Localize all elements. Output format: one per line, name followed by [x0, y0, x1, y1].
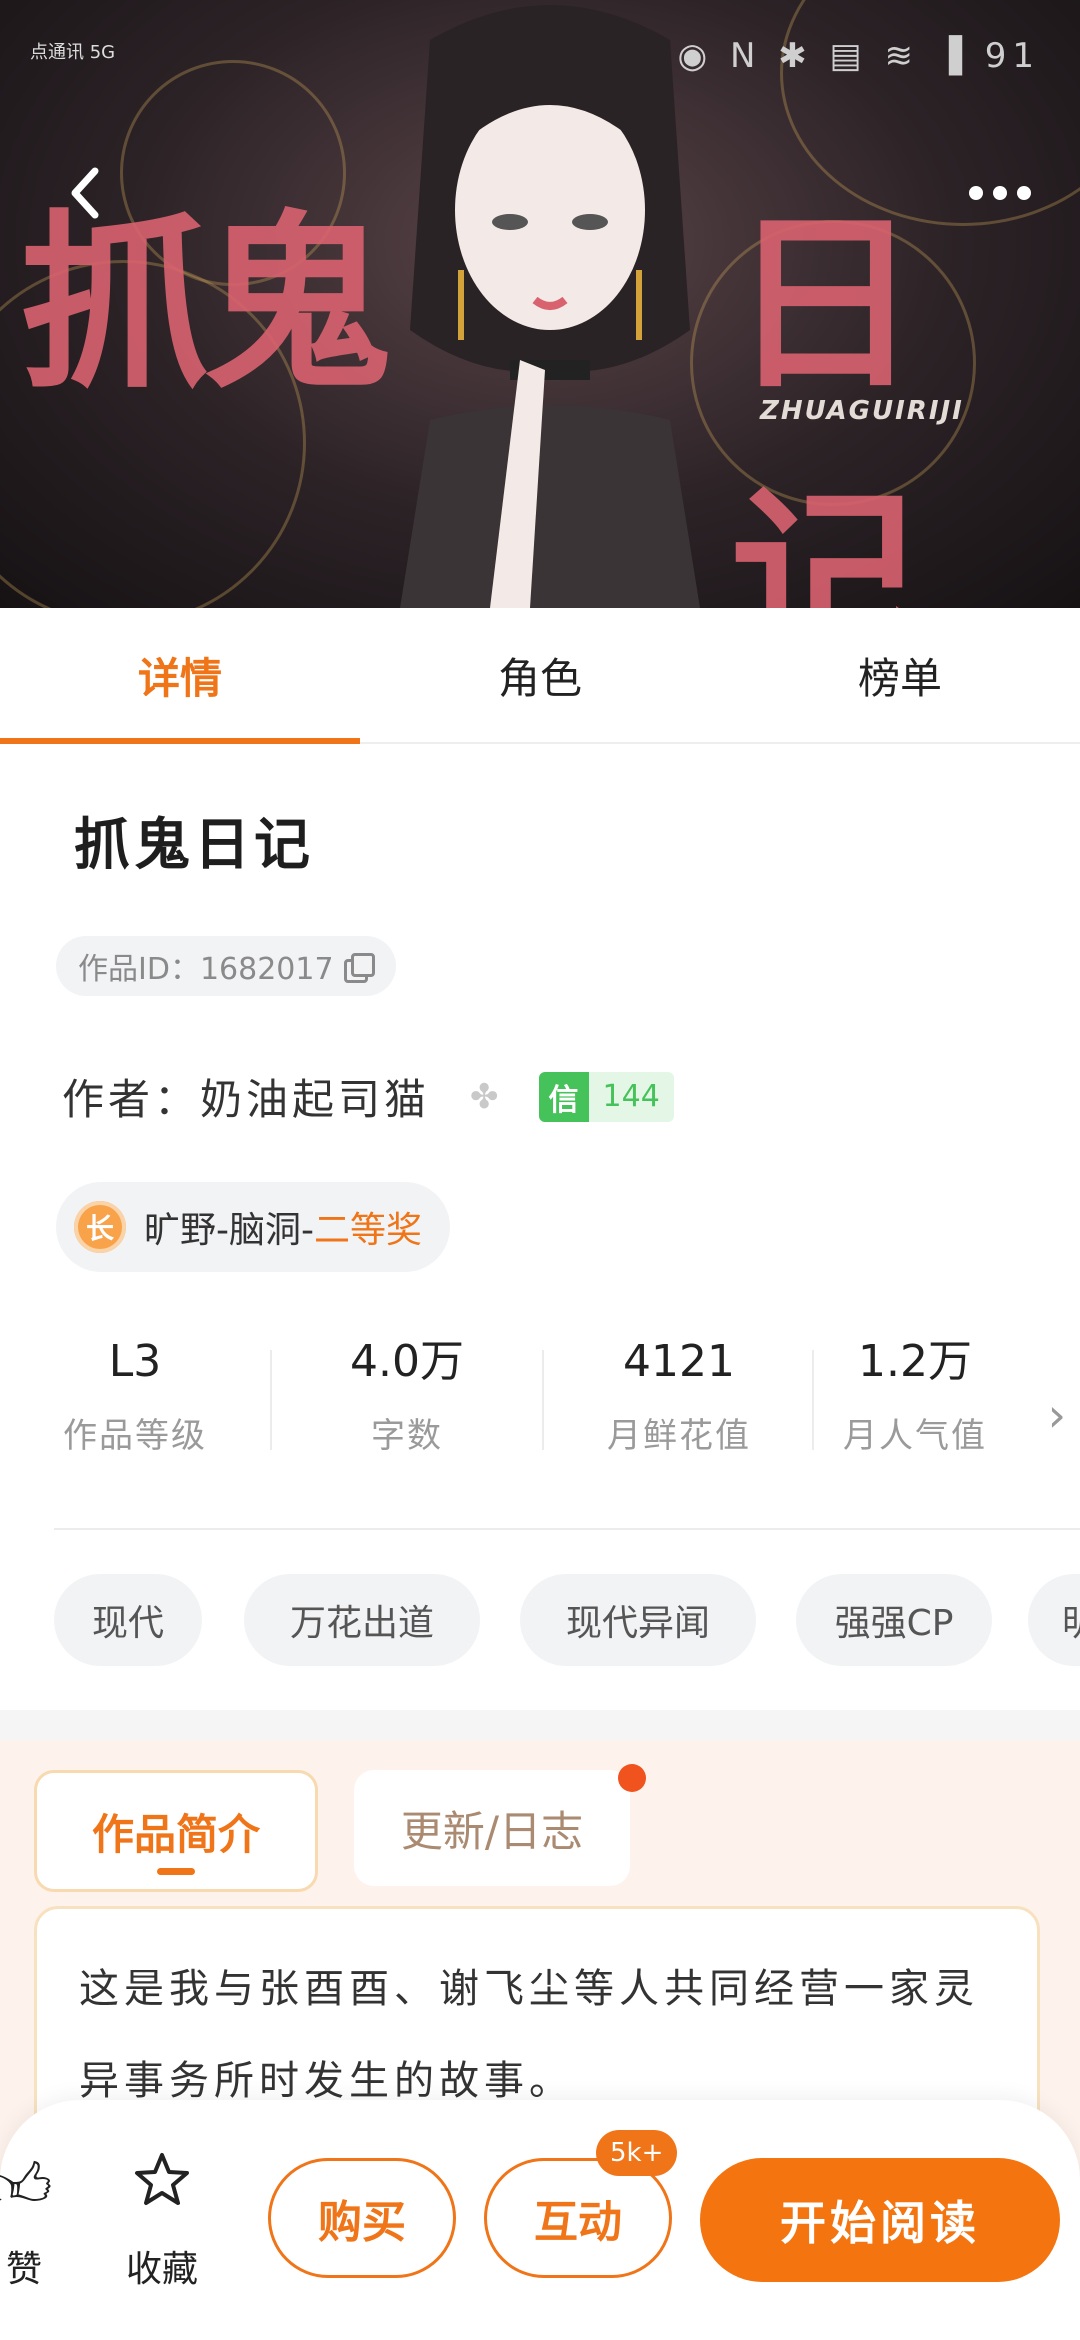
stat-monthly-popularity: 1.2万 月人气值: [800, 1330, 1030, 1457]
award-icon: 长: [74, 1201, 126, 1253]
tag-list: 现代 万花出道 现代异闻 强强CP 明: [54, 1574, 1080, 1666]
author-label: 作者：: [62, 1075, 201, 1124]
status-icons: ◉ N ✱ ▤ ≋ ▐ 91: [677, 36, 1040, 76]
tab-synopsis[interactable]: 作品简介: [34, 1770, 318, 1892]
stat-value: 4.0万: [350, 1336, 464, 1387]
work-title: 抓鬼日记: [74, 813, 314, 878]
status-bar: 点通讯 5G ◉ N ✱ ▤ ≋ ▐ 91: [0, 0, 1080, 120]
like-label: 赞: [5, 2249, 42, 2290]
tab-details[interactable]: 详情: [0, 608, 360, 744]
credit-badge[interactable]: 信 144: [538, 1071, 674, 1122]
stats-row[interactable]: L3 作品等级 4.0万 字数 4121 月鲜花值 1.2万 月人气值 ›: [0, 1330, 1080, 1480]
copy-icon[interactable]: [343, 953, 375, 983]
interact-button[interactable]: 互动: [484, 2158, 672, 2278]
tag-chip[interactable]: 现代: [54, 1574, 202, 1666]
stat-value: L3: [108, 1336, 162, 1387]
star-icon: [112, 2150, 212, 2222]
award-chip[interactable]: 长 旷野-脑洞- 二等奖: [56, 1182, 450, 1272]
tab-rankings[interactable]: 榜单: [720, 608, 1080, 742]
stat-label: 作品等级: [63, 1416, 207, 1456]
author-name[interactable]: 奶油起司猫: [200, 1066, 430, 1127]
stat-value: 1.2万: [858, 1336, 972, 1387]
more-options-button[interactable]: [950, 158, 1050, 228]
chevron-left-icon: [71, 167, 99, 219]
like-button[interactable]: 👍︎ 赞: [0, 2150, 70, 2292]
banner-art-subtitle: ZHUAGUIRIJI: [760, 396, 964, 426]
cover-banner: 抓鬼 日记 ZHUAGUIRIJI 点通讯 5G ◉ N ✱ ▤ ≋ ▐ 91: [0, 0, 1080, 608]
favorite-label: 收藏: [125, 2249, 198, 2290]
stat-word-count: 4.0万 字数: [272, 1330, 542, 1457]
more-dots-icon: [969, 186, 983, 200]
work-id-chip[interactable]: 作品ID：1682017: [56, 936, 396, 996]
award-text: 旷野-脑洞-: [144, 1210, 314, 1251]
tab-characters[interactable]: 角色: [360, 608, 720, 742]
stat-monthly-flowers: 4121 月鲜花值: [544, 1330, 814, 1457]
interact-count-badge: 5k+: [596, 2130, 678, 2176]
start-reading-button[interactable]: 开始阅读: [700, 2158, 1060, 2282]
stat-value: 4121: [623, 1336, 735, 1387]
detail-tabs: 详情 角色 榜单: [0, 608, 1080, 744]
back-button[interactable]: [50, 158, 120, 228]
section-divider: [0, 1710, 1080, 1740]
divider: [54, 1528, 1080, 1530]
thumbs-up-icon: 👍︎: [0, 2150, 53, 2222]
tag-chip[interactable]: 万花出道: [244, 1574, 480, 1666]
carrier-label: 点通讯 5G: [30, 42, 116, 63]
stat-label: 月人气值: [843, 1416, 987, 1456]
notification-dot: [618, 1764, 646, 1792]
clover-icon: ✤: [470, 1076, 499, 1117]
stat-label: 月鲜花值: [607, 1416, 751, 1456]
bottom-action-bar: 👍︎ 赞 收藏 购买 互动 5k+ 开始阅读: [0, 2100, 1080, 2340]
chevron-right-icon[interactable]: ›: [1048, 1388, 1066, 1442]
author-row: 作者： 奶油起司猫 ✤ 信 144: [62, 1066, 674, 1127]
work-id-text: 作品ID：1682017: [78, 952, 334, 987]
buy-button[interactable]: 购买: [268, 2158, 456, 2278]
tag-chip[interactable]: 现代异闻: [520, 1574, 756, 1666]
tag-chip[interactable]: 强强CP: [796, 1574, 992, 1666]
stat-label: 字数: [371, 1416, 443, 1456]
award-highlight: 二等奖: [313, 1210, 422, 1251]
tag-chip[interactable]: 明: [1028, 1574, 1080, 1666]
credit-badge-label: 信: [538, 1071, 589, 1122]
credit-badge-value: 144: [588, 1071, 674, 1122]
favorite-button[interactable]: 收藏: [112, 2150, 212, 2292]
stat-level: L3 作品等级: [0, 1330, 270, 1457]
tab-update-log[interactable]: 更新/日志: [354, 1770, 630, 1886]
